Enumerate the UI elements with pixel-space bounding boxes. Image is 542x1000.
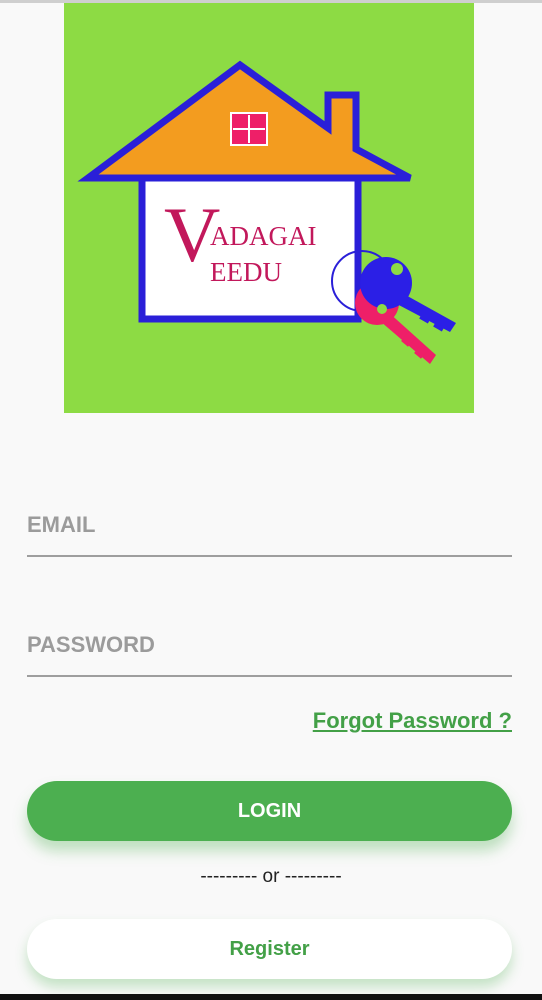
- or-separator: --------- or ---------: [200, 866, 342, 887]
- app-logo: V ADAGAI EEDU: [64, 3, 474, 413]
- register-button-label: Register: [229, 937, 310, 960]
- register-button[interactable]: Register: [27, 919, 512, 979]
- password-input[interactable]: [27, 615, 512, 675]
- svg-text:EEDU: EEDU: [210, 257, 282, 287]
- email-field[interactable]: [27, 495, 512, 557]
- login-button-label: LOGIN: [237, 799, 302, 822]
- vadagai-veedu-logo-image: V ADAGAI EEDU: [64, 3, 474, 413]
- svg-text:ADAGAI: ADAGAI: [210, 221, 316, 251]
- navigation-bar-edge: [0, 994, 542, 1000]
- password-field[interactable]: [27, 615, 512, 677]
- forgot-password-link[interactable]: Forgot Password ?: [313, 708, 512, 734]
- login-button[interactable]: LOGIN: [27, 781, 512, 841]
- email-input[interactable]: [27, 495, 512, 555]
